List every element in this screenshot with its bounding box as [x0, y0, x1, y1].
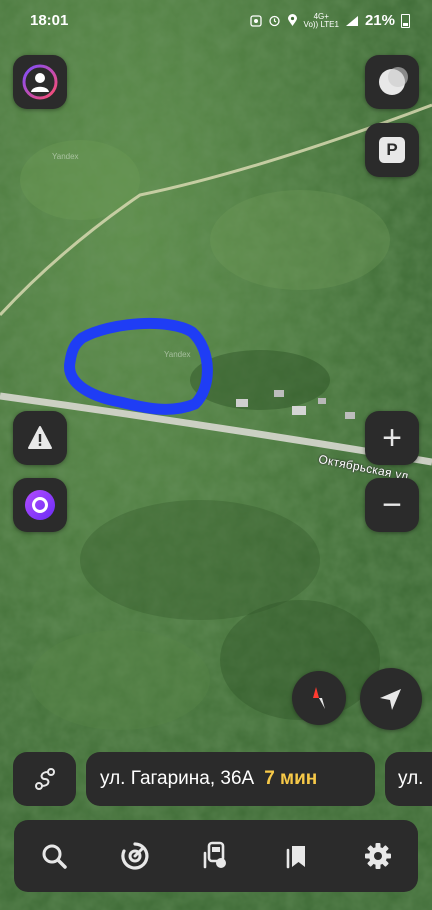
- tab-bookmarks[interactable]: [267, 826, 327, 886]
- plus-icon: +: [382, 418, 402, 457]
- compass-icon: [313, 687, 325, 709]
- minus-icon: −: [382, 485, 402, 524]
- status-time: 18:01: [30, 12, 69, 29]
- report-incident-button[interactable]: [13, 411, 67, 465]
- compass-button[interactable]: [292, 671, 346, 725]
- transport-icon: [203, 841, 226, 869]
- location-icon: [287, 14, 297, 26]
- building: [318, 398, 326, 404]
- status-bar: 18:01 4G+ Vo)) LTE1 21%: [0, 0, 432, 42]
- zoom-out-button[interactable]: −: [365, 478, 419, 532]
- bottom-tab-bar: [14, 820, 418, 892]
- bookmarks-icon: [286, 846, 305, 869]
- route-icon: [34, 768, 55, 790]
- route-address: ул.: [398, 768, 424, 789]
- network-indicator: 4G+ Vo)) LTE1: [303, 11, 339, 29]
- map-watermark: Yandex: [164, 350, 191, 359]
- building: [292, 406, 306, 415]
- locate-arrow-icon: [380, 689, 401, 710]
- route-options-button[interactable]: [13, 752, 76, 806]
- alarm-icon: [268, 15, 280, 27]
- tab-navigator[interactable]: [105, 826, 165, 886]
- search-icon: [42, 844, 68, 869]
- tab-search[interactable]: [24, 826, 84, 886]
- battery-percent: 21%: [364, 12, 395, 29]
- route-suggestions: ул. Гагарина, 36А 7 мин ул.: [0, 752, 432, 806]
- theme-button[interactable]: [365, 55, 419, 109]
- profile-button[interactable]: [13, 55, 67, 109]
- warning-icon: [28, 426, 52, 449]
- building: [345, 412, 355, 419]
- locate-button[interactable]: [360, 668, 422, 730]
- route-chip-gagarina[interactable]: ул. Гагарина, 36А 7 мин: [86, 752, 375, 806]
- parking-button[interactable]: P: [365, 123, 419, 177]
- building: [274, 390, 284, 397]
- map-watermark: Yandex: [52, 152, 79, 161]
- route-eta: 7 мин: [264, 768, 318, 789]
- building: [236, 399, 248, 407]
- route-address: ул. Гагарина, 36А: [100, 768, 255, 789]
- settings-icon: [364, 843, 391, 869]
- alice-button[interactable]: [13, 478, 67, 532]
- navigator-icon: [121, 842, 149, 870]
- moon-icon: [379, 67, 408, 95]
- signal-icon: [345, 15, 358, 26]
- battery-icon: [401, 13, 410, 28]
- notification-icon: [249, 14, 262, 27]
- zoom-in-button[interactable]: +: [365, 411, 419, 465]
- tab-settings[interactable]: [348, 826, 408, 886]
- tab-transport[interactable]: [186, 826, 246, 886]
- route-chip-next[interactable]: ул.: [385, 752, 432, 806]
- alice-icon: [25, 490, 55, 520]
- parking-icon: P: [379, 137, 405, 163]
- avatar-icon: [22, 64, 58, 100]
